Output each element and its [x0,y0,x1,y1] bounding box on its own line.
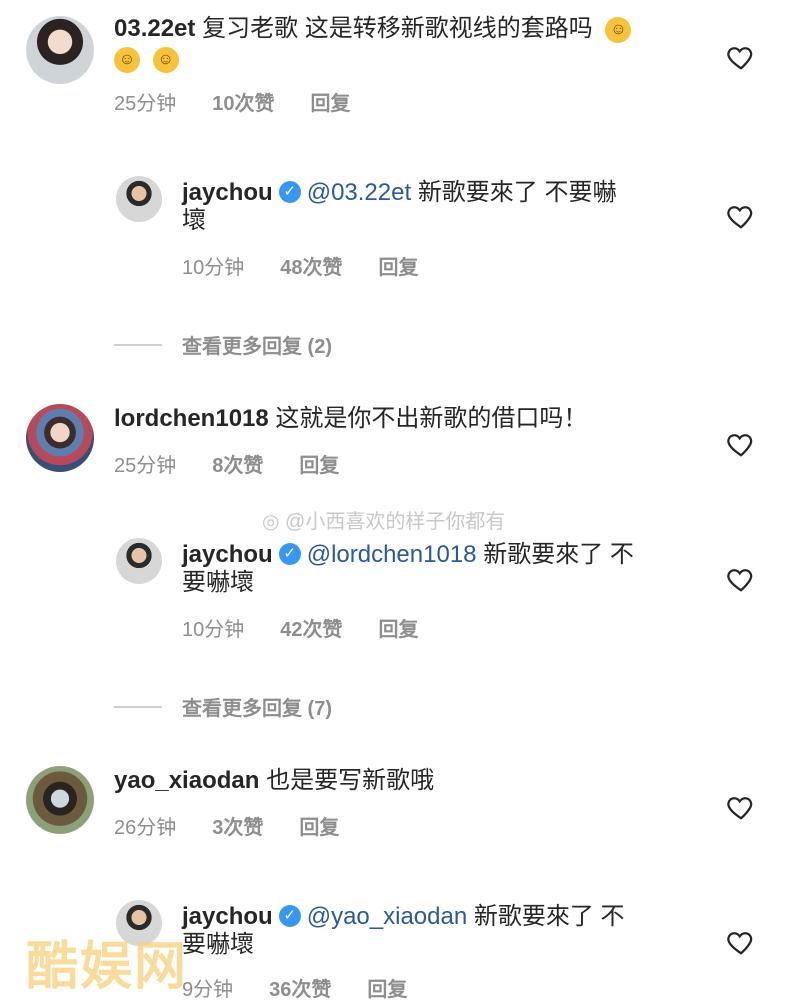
like-heart-icon[interactable] [726,927,756,957]
smiling-cat-emoji-icon: ☺ [605,16,632,43]
comment-2-username[interactable]: lordchen1018 [114,405,269,432]
divider [114,705,162,708]
reply-2-meta: 10分钟 42次赞 回复 [182,618,419,642]
reply-3-text: jaychou ✓ @yao_xiaodan 新歌要來了 不 [182,902,680,932]
reply-2-body-line1: 新歌要來了 不 [483,541,634,568]
comment-3-body: 也是要写新歌哦 [266,767,435,794]
like-heart-icon[interactable] [726,429,756,459]
view-more-replies-2[interactable]: 查看更多回复 (7) [114,692,332,721]
comment-1-text: 03.22et 复习老歌 这是转移新歌视线的套路吗 ☺ [114,14,680,44]
comment-1-meta: 25分钟 10次赞 回复 [114,92,351,116]
reply-1-username[interactable]: jaychou [182,179,273,206]
comment-3-time: 26分钟 [114,817,177,839]
comment-1-emoji-line: ☺ ☺ [114,44,800,74]
reply-3-likes[interactable]: 36次赞 [269,978,331,1002]
reply-1-text: jaychou ✓ @03.22et 新歌要來了 不要嚇 [182,178,680,208]
like-heart-icon[interactable] [726,42,756,72]
reply-2-likes[interactable]: 42次赞 [280,618,342,642]
reply-3-body-line2: 要嚇壞 [182,931,254,958]
reply-1-text-line2: 壞 [182,206,800,236]
comment-1-likes[interactable]: 10次赞 [212,92,274,116]
avatar-yao-xiaodan[interactable] [26,766,94,834]
reply-3-text-line2: 要嚇壞 [182,930,800,960]
verified-badge-icon: ✓ [278,180,301,203]
like-heart-icon[interactable] [726,564,756,594]
comment-3-likes[interactable]: 3次赞 [212,816,263,840]
reply-2-username[interactable]: jaychou [182,541,273,568]
verified-badge-icon: ✓ [278,904,301,927]
weibo-icon: ◎ [262,511,280,533]
reply-2-reply-button[interactable]: 回复 [379,618,419,642]
reply-1-mention[interactable]: @03.22et [307,179,411,206]
smiling-cat-emoji-icon: ☺ [152,46,179,73]
view-more-replies-1[interactable]: 查看更多回复 (2) [114,330,332,359]
smiling-cat-emoji-icon: ☺ [114,46,140,73]
comment-1-reply-button[interactable]: 回复 [311,92,351,116]
watermark-text: @小西喜欢的样子你都有 [285,511,506,533]
reply-3-mention[interactable]: @yao_xiaodan [307,903,467,930]
avatar-jaychou[interactable] [116,176,162,222]
reply-2-mention[interactable]: @lordchen1018 [307,541,477,568]
reply-1-body-line2: 壞 [182,207,206,234]
comment-3-reply-button[interactable]: 回复 [299,816,339,840]
reply-3-body-line1: 新歌要來了 不 [473,903,625,930]
comment-2-body: 这就是你不出新歌的借口吗！ [275,405,588,432]
reply-2-body-line2: 要嚇壞 [182,569,254,596]
reply-2-text-line2: 要嚇壞 [182,568,800,598]
reply-3-username[interactable]: jaychou [182,903,273,930]
divider [114,343,162,346]
comment-2-likes[interactable]: 8次赞 [212,454,263,478]
comment-3-username[interactable]: yao_xiaodan [114,767,259,794]
reply-3-meta: 9分钟 36次赞 回复 [182,978,407,1002]
reply-3-reply-button[interactable]: 回复 [367,978,407,1002]
view-more-replies-label[interactable]: 查看更多回复 (7) [182,692,332,721]
reply-1-time: 10分钟 [182,257,245,279]
like-heart-icon[interactable] [726,201,756,231]
comment-2-reply-button[interactable]: 回复 [299,454,339,478]
comment-2-text: lordchen1018 这就是你不出新歌的借口吗！ [114,404,680,434]
reply-2-time: 10分钟 [182,619,245,641]
avatar-03-22et[interactable] [26,16,94,84]
comment-2-meta: 25分钟 8次赞 回复 [114,454,339,478]
corner-logo-watermark: 酷娱网 [26,938,189,996]
view-more-replies-label[interactable]: 查看更多回复 (2) [182,330,332,359]
avatar-lordchen1018[interactable] [26,404,94,472]
comment-2-time: 25分钟 [114,455,177,477]
avatar-jaychou[interactable] [116,538,162,584]
verified-badge-icon: ✓ [278,542,301,565]
reply-1-reply-button[interactable]: 回复 [379,256,419,280]
weibo-watermark: ◎ @小西喜欢的样子你都有 [262,505,505,534]
reply-1-likes[interactable]: 48次赞 [280,256,342,280]
comment-3-meta: 26分钟 3次赞 回复 [114,816,339,840]
reply-3-time: 9分钟 [182,979,234,1001]
comment-1-time: 25分钟 [114,93,177,115]
reply-2-text: jaychou ✓ @lordchen1018 新歌要來了 不 [182,540,680,570]
comment-3-text: yao_xiaodan 也是要写新歌哦 [114,766,680,796]
like-heart-icon[interactable] [726,792,756,822]
reply-1-meta: 10分钟 48次赞 回复 [182,256,419,280]
reply-1-body-line1: 新歌要來了 不要嚇 [417,179,617,206]
comment-1-username[interactable]: 03.22et [114,15,195,42]
comment-1-body: 复习老歌 这是转移新歌视线的套路吗 [202,15,593,42]
